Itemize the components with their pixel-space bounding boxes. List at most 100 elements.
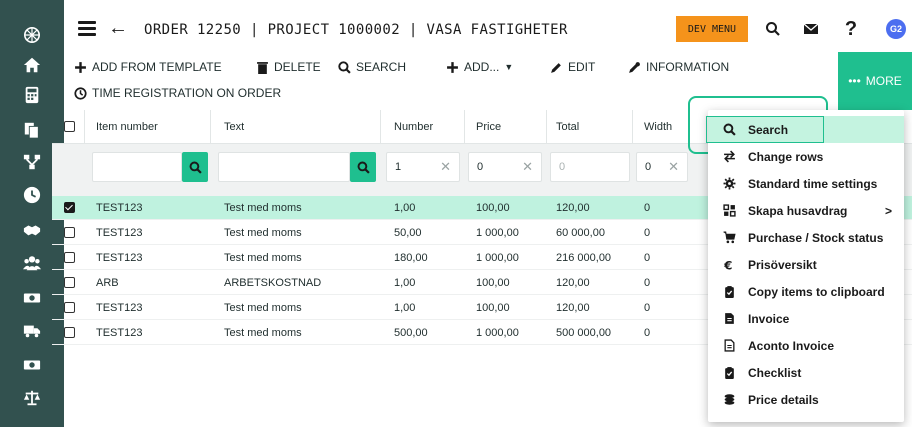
information-label: INFORMATION — [646, 60, 730, 74]
scale-icon[interactable] — [0, 383, 64, 413]
cell-text: Test med moms — [224, 301, 302, 314]
cell-number: 1,00 — [394, 201, 416, 214]
search-icon[interactable] — [762, 18, 784, 40]
cell-width: 0 — [644, 226, 651, 239]
row-checkbox[interactable] — [64, 271, 75, 294]
cell-width: 0 — [644, 276, 651, 289]
menu-item-standard-time-settings[interactable]: Standard time settings — [708, 170, 904, 197]
cell-price: 1 000,00 — [476, 226, 519, 239]
search-icon — [357, 161, 370, 174]
row-checkbox[interactable] — [64, 196, 75, 219]
total-filter-placeholder: 0 — [559, 161, 566, 173]
column-header-width[interactable]: Width — [644, 110, 672, 143]
header: ← ORDER 12250 | PROJECT 1000002 | VASA F… — [64, 10, 912, 50]
edit-button[interactable]: EDIT — [550, 60, 595, 74]
delete-button[interactable]: DELETE — [256, 60, 321, 74]
cell-total: 500 000,00 — [556, 326, 612, 339]
add-from-template-button[interactable]: ADD FROM TEMPLATE — [74, 60, 222, 74]
home-icon[interactable] — [0, 50, 64, 80]
menu-item-label: Aconto Invoice — [748, 338, 835, 353]
column-header-price[interactable]: Price — [476, 110, 501, 143]
total-filter-input[interactable]: 0 — [550, 152, 630, 182]
cart-icon — [722, 231, 736, 245]
cell-price: 1 000,00 — [476, 251, 519, 264]
number-filter-input[interactable]: 1 ✕ — [386, 152, 460, 182]
menu-item-change-rows[interactable]: Change rows — [708, 143, 904, 170]
cell-item: TEST123 — [96, 251, 143, 264]
help-icon[interactable]: ? — [840, 18, 862, 40]
cell-text: Test med moms — [224, 251, 302, 264]
column-header-total[interactable]: Total — [556, 110, 579, 143]
menu-item-copy-items-to-clipboard[interactable]: Copy items to clipboard — [708, 278, 904, 305]
plus-icon — [447, 61, 458, 73]
column-header-text[interactable]: Text — [224, 110, 244, 143]
more-dropdown-menu: Search Change rows Standard time settings S… — [708, 110, 904, 422]
search-plus-icon — [338, 60, 351, 74]
grid-icon — [722, 204, 736, 218]
text-filter-input[interactable] — [218, 152, 350, 182]
add-dropdown-button[interactable]: ADD... ▼ — [446, 60, 513, 74]
cell-text: Test med moms — [224, 201, 302, 214]
menu-item-purchase-stock-status[interactable]: Purchase / Stock status — [708, 224, 904, 251]
cell-price: 100,00 — [476, 301, 510, 314]
mail-icon[interactable] — [800, 18, 822, 40]
search-icon — [189, 161, 202, 174]
swap-icon — [722, 150, 736, 164]
cell-width: 0 — [644, 326, 651, 339]
cash-icon[interactable] — [0, 350, 64, 380]
column-header-number[interactable]: Number — [394, 110, 433, 143]
column-header-item-number[interactable]: Item number — [96, 110, 158, 143]
menu-item-checklist[interactable]: Checklist — [708, 359, 904, 386]
euro-icon: € — [722, 258, 736, 272]
clock-icon — [74, 86, 87, 100]
more-button[interactable]: ••• MORE — [838, 52, 912, 110]
clear-icon[interactable]: ✕ — [440, 159, 451, 175]
row-checkbox[interactable] — [64, 296, 75, 319]
cell-item: ARB — [96, 276, 119, 289]
row-checkbox[interactable] — [64, 246, 75, 269]
tag-edit-icon — [629, 61, 640, 73]
cell-price: 100,00 — [476, 276, 510, 289]
row-checkbox[interactable] — [64, 321, 75, 344]
logo-icon[interactable] — [0, 20, 64, 50]
back-arrow-icon[interactable]: ← — [108, 17, 128, 40]
dev-menu-button[interactable]: DEV MENU — [676, 16, 748, 42]
avatar[interactable]: G2 — [886, 19, 906, 39]
cell-width: 0 — [644, 201, 651, 214]
menu-item-label: Skapa husavdrag — [748, 203, 848, 218]
menu-item-aconto-invoice[interactable]: Aconto Invoice — [708, 332, 904, 359]
caret-down-icon: ▼ — [504, 62, 514, 72]
clear-icon[interactable]: ✕ — [522, 159, 533, 175]
select-all-checkbox[interactable] — [64, 110, 75, 143]
menu-item-skapa-husavdrag[interactable]: Skapa husavdrag > — [708, 197, 904, 224]
document-icon — [722, 312, 736, 326]
menu-item-label: Prisöversikt — [748, 257, 817, 272]
cell-total: 120,00 — [556, 276, 590, 289]
plus-icon — [75, 61, 86, 73]
text-filter-search-button[interactable] — [350, 152, 376, 182]
cell-number: 180,00 — [394, 251, 428, 264]
information-button[interactable]: INFORMATION — [628, 60, 729, 74]
cell-text: Test med moms — [224, 226, 302, 239]
menu-item-invoice[interactable]: Invoice — [708, 305, 904, 332]
document-outline-icon — [722, 339, 736, 353]
price-filter-value: 0 — [477, 161, 484, 173]
menu-item-label: Copy items to clipboard — [748, 284, 885, 299]
search-button[interactable]: SEARCH — [338, 60, 406, 74]
price-filter-input[interactable]: 0 ✕ — [468, 152, 542, 182]
item-number-filter-search-button[interactable] — [182, 152, 208, 182]
row-checkbox[interactable] — [64, 221, 75, 244]
trash-icon — [257, 61, 268, 74]
clear-icon[interactable]: ✕ — [668, 159, 679, 175]
cell-width: 0 — [644, 251, 651, 264]
cell-number: 1,00 — [394, 276, 416, 289]
cell-text: Test med moms — [224, 326, 302, 339]
item-number-filter-input[interactable] — [92, 152, 182, 182]
menu-item-price-details[interactable]: Price details — [708, 386, 904, 413]
menu-item-label: Change rows — [748, 149, 824, 164]
hamburger-menu-icon[interactable] — [78, 21, 96, 37]
calculator-icon[interactable] — [0, 80, 64, 110]
menu-item-prisöversikt[interactable]: € Prisöversikt — [708, 251, 904, 278]
time-registration-button[interactable]: TIME REGISTRATION ON ORDER — [74, 86, 281, 100]
width-filter-input[interactable]: 0 ✕ — [636, 152, 688, 182]
